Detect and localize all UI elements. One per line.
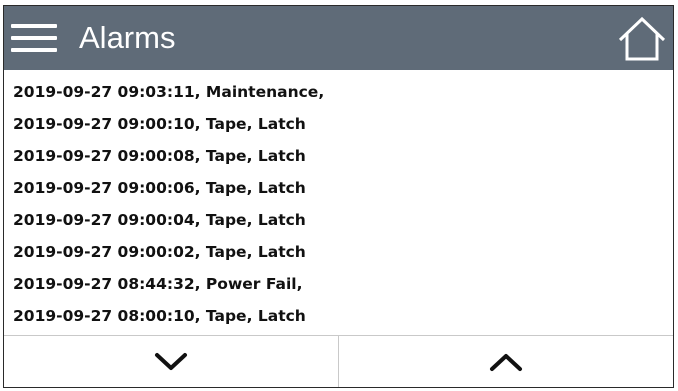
alarm-row[interactable]: 2019-09-27 09:00:08, Tape, Latch [4, 140, 673, 172]
chevron-down-icon [155, 352, 187, 370]
menu-button[interactable] [11, 20, 57, 56]
scroll-up-button[interactable] [338, 336, 673, 387]
alarm-row[interactable]: 2019-09-27 09:03:11, Maintenance, [4, 76, 673, 108]
hamburger-menu-icon [11, 24, 57, 28]
home-button[interactable] [617, 16, 667, 62]
scroll-down-button[interactable] [4, 336, 338, 387]
alarm-row[interactable]: 2019-09-27 08:00:10, Tape, Latch [4, 300, 673, 332]
alarms-screen: Alarms 2019-09-27 09:03:11, Maintenance,… [3, 5, 674, 388]
home-icon [618, 16, 666, 61]
footer-nav [4, 335, 673, 387]
alarm-row[interactable]: 2019-09-27 09:00:02, Tape, Latch [4, 236, 673, 268]
chevron-up-icon [490, 353, 522, 371]
alarm-row[interactable]: 2019-09-27 09:00:04, Tape, Latch [4, 204, 673, 236]
alarm-row[interactable]: 2019-09-27 09:00:06, Tape, Latch [4, 172, 673, 204]
page-title: Alarms [79, 20, 176, 55]
alarm-row[interactable]: 2019-09-27 09:00:10, Tape, Latch [4, 108, 673, 140]
alarm-row[interactable]: 2019-09-27 08:44:32, Power Fail, [4, 268, 673, 300]
header-bar: Alarms [4, 6, 673, 70]
alarm-list[interactable]: 2019-09-27 09:03:11, Maintenance, 2019-09… [4, 70, 673, 338]
